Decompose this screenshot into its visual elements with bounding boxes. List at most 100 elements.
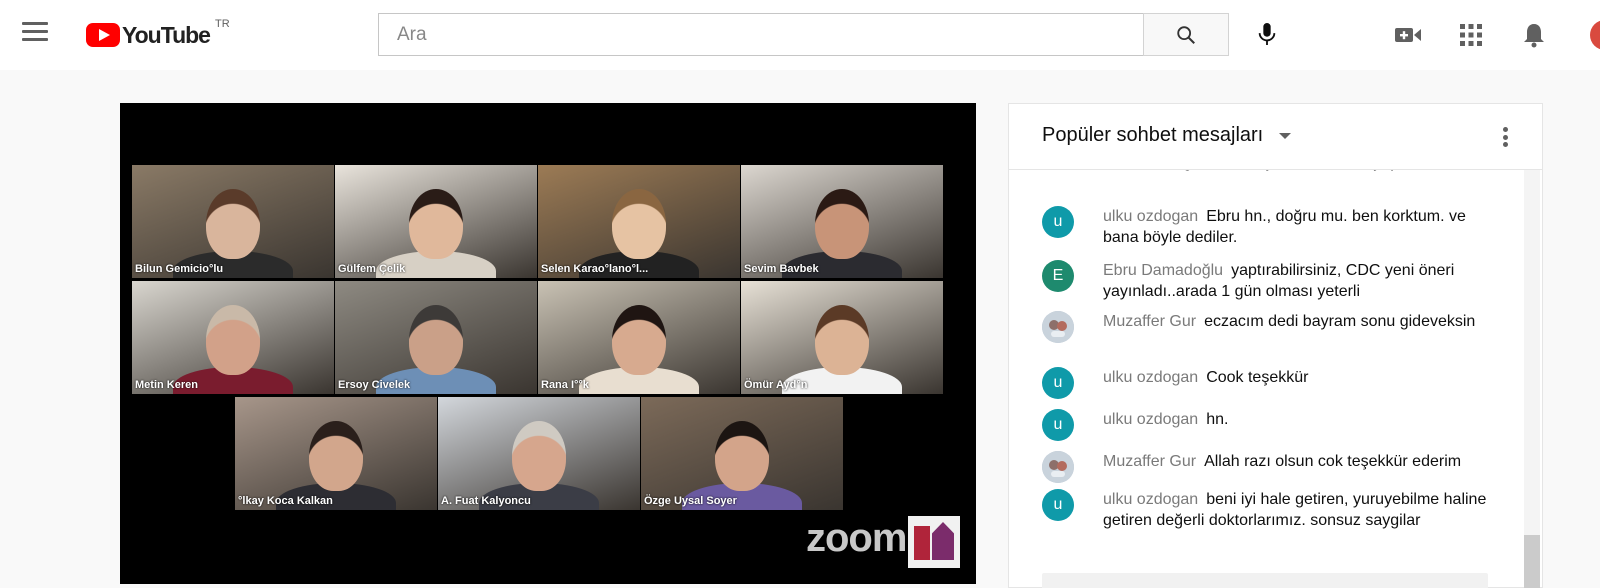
author-avatar[interactable]	[1042, 311, 1074, 343]
voice-search-button[interactable]	[1247, 14, 1287, 54]
chat-message[interactable]: Muzaffer Gur Allah razı olsun cok teşekkü…	[1042, 451, 1502, 483]
chat-mode-dropdown[interactable]: Popüler sohbet mesajları	[1042, 124, 1292, 147]
chat-message[interactable]: u ulku ozdogan Cook teşekkür	[1042, 367, 1502, 399]
message-text: Cook teşekkür	[1206, 369, 1309, 386]
mic-icon	[1258, 23, 1276, 45]
notifications-button[interactable]	[1514, 15, 1554, 55]
participant-head	[309, 421, 363, 491]
participant-head	[512, 421, 566, 491]
message-body: ulku ozdogan Cook teşekkür	[1103, 367, 1502, 388]
chat-message[interactable]: Muzaffer Gur eczacım dedi bayram sonu gid…	[1042, 311, 1502, 343]
message-body: ulku ozdogan beni iyi hale getiren, yuruy…	[1103, 489, 1502, 531]
participant-head	[815, 189, 869, 259]
youtube-play-icon	[86, 23, 120, 47]
chat-message[interactable]: arasında 1 gün olması yeterli, ASLAN yap…	[1042, 170, 1502, 173]
search-button[interactable]	[1143, 13, 1229, 56]
participant-name: Ömür Ayd°n	[744, 379, 808, 391]
profile-picture-icon	[1042, 311, 1074, 343]
caret-down-icon	[1279, 132, 1292, 139]
search-input[interactable]	[397, 23, 1143, 46]
message-author[interactable]: ulku ozdogan	[1103, 411, 1198, 428]
apps-button[interactable]	[1451, 15, 1491, 55]
message-body: Ebru Damadoğlu yaptırabilirsiniz, CDC yen…	[1103, 260, 1502, 302]
profile-picture-icon	[1042, 451, 1074, 483]
create-button[interactable]	[1388, 15, 1428, 55]
message-text: arasında 1 gün olması yeterli, ASLAN yap…	[1103, 170, 1488, 171]
chat-message[interactable]: E Ebru Damadoğlu yaptırabilirsiniz, CDC ye…	[1042, 260, 1502, 302]
participant-tile[interactable]: Özge Uysal Soyer	[641, 397, 843, 510]
participant-tile[interactable]: Ömür Ayd°n	[741, 281, 943, 394]
live-chat-panel: Popüler sohbet mesajları arasında 1 gün …	[1008, 103, 1543, 588]
message-author[interactable]: Muzaffer Gur	[1103, 313, 1196, 330]
youtube-logo[interactable]: YouTube TR	[86, 18, 230, 50]
author-avatar[interactable]: E	[1042, 260, 1074, 292]
more-options-icon[interactable]	[1495, 124, 1515, 150]
participant-head	[612, 305, 666, 375]
participant-head	[206, 189, 260, 259]
participant-name: Bilun Gemicio°lu	[135, 263, 224, 275]
message-body: ulku ozdogan Ebru hn., doğru mu. ben kork…	[1103, 206, 1502, 248]
chat-message-list[interactable]: arasında 1 gün olması yeterli, ASLAN yap…	[1009, 170, 1542, 587]
message-author[interactable]: Muzaffer Gur	[1103, 453, 1196, 470]
participant-head	[409, 305, 463, 375]
participant-tile[interactable]: °lkay Koca Kalkan	[235, 397, 437, 510]
participant-name: Özge Uysal Soyer	[644, 495, 737, 507]
chat-header: Popüler sohbet mesajları	[1009, 104, 1542, 170]
video-player[interactable]: zoom Bilun Gemicio°lu Gülfem Çelik Selen K…	[120, 103, 976, 584]
create-video-icon	[1395, 28, 1421, 42]
participant-name: °lkay Koca Kalkan	[238, 495, 333, 507]
participant-tile[interactable]: A. Fuat Kalyoncu	[438, 397, 640, 510]
participant-head	[715, 421, 769, 491]
participant-name: Metin Keren	[135, 379, 198, 391]
participant-name: Ersoy Civelek	[338, 379, 411, 391]
message-text: eczacım dedi bayram sonu gideveksin	[1204, 313, 1476, 330]
search-icon	[1177, 25, 1195, 44]
participant-tile[interactable]: Selen Karao°lano°l...	[538, 165, 740, 278]
message-author[interactable]: Ebru Damadoğlu	[1103, 262, 1223, 279]
author-avatar[interactable]: u	[1042, 206, 1074, 238]
logo-text: YouTube	[122, 21, 211, 48]
participant-tile[interactable]: Ersoy Civelek	[335, 281, 537, 394]
chat-message[interactable]: u ulku ozdogan Ebru hn., doğru mu. ben kor…	[1042, 206, 1502, 248]
message-body: ulku ozdogan hn.	[1103, 409, 1502, 430]
apps-grid-icon	[1460, 24, 1482, 46]
participant-name: Selen Karao°lano°l...	[541, 263, 649, 275]
chat-scrollbar-thumb[interactable]	[1524, 535, 1540, 588]
chat-message[interactable]: u ulku ozdogan beni iyi hale getiren, yuru…	[1042, 489, 1502, 531]
zoom-watermark: zoom	[806, 516, 907, 560]
participant-head	[612, 189, 666, 259]
participant-head	[206, 305, 260, 375]
message-body: Muzaffer Gur Allah razı olsun cok teşekkü…	[1103, 451, 1502, 472]
participant-tile[interactable]: Metin Keren	[132, 281, 334, 394]
message-body: arasında 1 gün olması yeterli, ASLAN yap…	[1103, 170, 1502, 173]
message-author[interactable]: ulku ozdogan	[1103, 369, 1198, 386]
message-author[interactable]: ulku ozdogan	[1103, 208, 1198, 225]
region-code: TR	[214, 18, 230, 30]
author-avatar[interactable]: u	[1042, 489, 1074, 521]
chat-title: Popüler sohbet mesajları	[1042, 124, 1264, 146]
participant-name: A. Fuat Kalyoncu	[441, 495, 531, 507]
search-box	[378, 13, 1144, 56]
participant-name: Sevim Bavbek	[744, 263, 819, 275]
author-avatar[interactable]: u	[1042, 367, 1074, 399]
chat-scrollbar-track[interactable]	[1524, 170, 1540, 588]
author-avatar[interactable]: u	[1042, 409, 1074, 441]
message-text: hn.	[1206, 411, 1229, 428]
menu-icon[interactable]	[22, 22, 50, 46]
participant-tile[interactable]: Gülfem Çelik	[335, 165, 537, 278]
message-body: Muzaffer Gur eczacım dedi bayram sonu gid…	[1103, 311, 1502, 332]
participant-name: Rana I°°k	[541, 379, 589, 391]
channel-logo-icon	[908, 516, 960, 568]
participant-head	[815, 305, 869, 375]
chat-message[interactable]: u ulku ozdogan hn.	[1042, 409, 1502, 441]
masthead: YouTube TR	[0, 0, 1600, 70]
participant-tile[interactable]: Rana I°°k	[538, 281, 740, 394]
author-avatar[interactable]	[1042, 451, 1074, 483]
participant-tile[interactable]: Sevim Bavbek	[741, 165, 943, 278]
account-avatar[interactable]	[1590, 20, 1600, 50]
participant-name: Gülfem Çelik	[338, 263, 406, 275]
chat-input-area	[1042, 573, 1488, 588]
participant-tile[interactable]: Bilun Gemicio°lu	[132, 165, 334, 278]
message-author[interactable]: ulku ozdogan	[1103, 491, 1198, 508]
notifications-bell-icon	[1524, 24, 1544, 48]
